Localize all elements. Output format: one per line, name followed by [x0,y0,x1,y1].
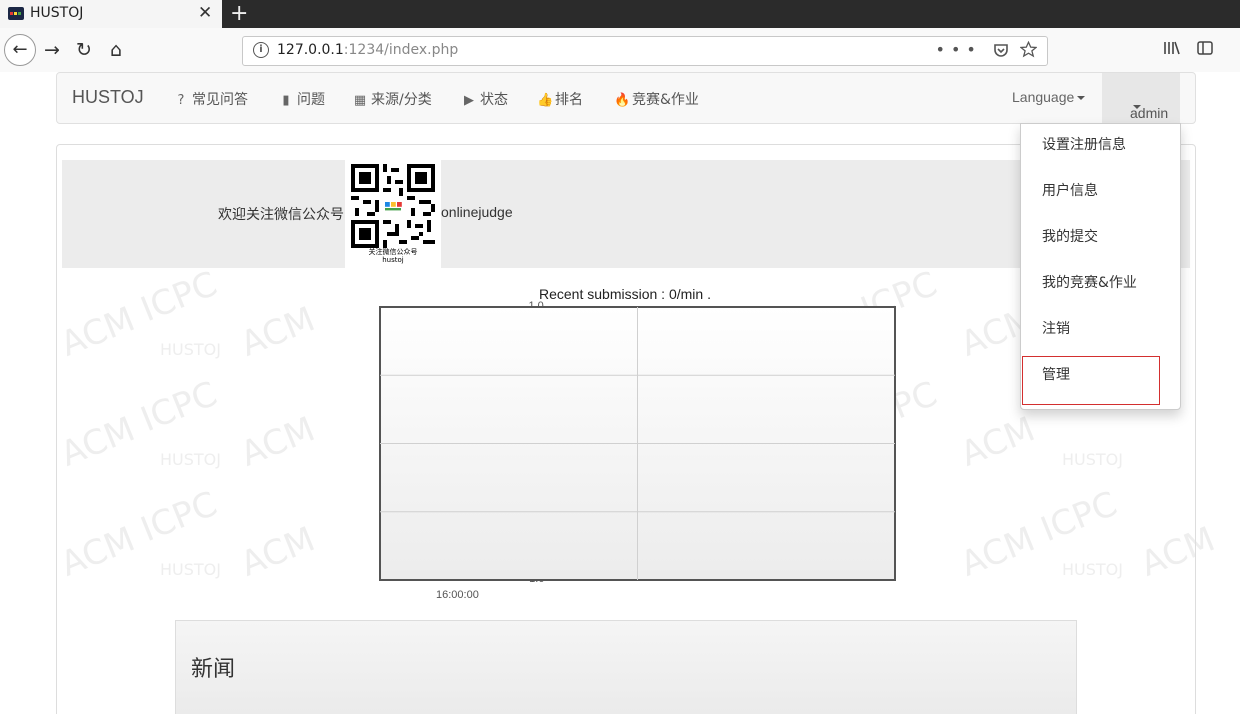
dropdown-item[interactable]: 我的竞赛&作业 [1042,272,1137,292]
page-actions-menu-icon[interactable]: ••• [936,40,982,59]
forward-arrow-icon[interactable]: → [40,38,64,62]
dropdown-item[interactable]: 我的提交 [1042,226,1098,246]
home-icon[interactable]: ⌂ [104,38,128,62]
reload-icon[interactable]: ↻ [72,38,96,62]
close-tab-icon[interactable]: ✕ [198,3,212,23]
new-tab-icon[interactable]: + [230,1,248,26]
page-content: ACM ICPC ACM ACM ICPC ACM ACM ICPC ACM A… [0,72,1240,714]
browser-tab-bar: HUSTOJ ✕ + [0,0,1240,28]
highlighted-menu-item-box [1022,356,1160,405]
tab-title: HUSTOJ [30,5,84,21]
x-tick-label: 16:00:00 [436,589,479,601]
sidebar-icon[interactable] [1197,40,1213,56]
browser-tab[interactable]: HUSTOJ ✕ [0,0,222,28]
site-favicon-icon [8,7,24,20]
user-dropdown-menu: 设置注册信息 用户信息 我的提交 我的竞赛&作业 注销 管理 [1020,123,1181,410]
news-panel: 新闻 [175,620,1077,714]
url-text[interactable]: 127.0.0.1:1234/index.php [277,42,458,58]
news-heading: 新闻 [191,657,236,682]
library-icon[interactable] [1163,40,1181,56]
site-info-icon[interactable]: i [253,42,269,58]
page-actions[interactable]: ••• [936,40,1038,59]
dropdown-item[interactable]: 设置注册信息 [1042,134,1126,154]
dropdown-item[interactable]: 用户信息 [1042,180,1098,200]
url-bar[interactable]: i 127.0.0.1:1234/index.php ••• [242,36,1048,66]
pocket-icon[interactable] [993,42,1009,58]
dropdown-item[interactable]: 注销 [1042,318,1070,338]
bookmark-star-icon[interactable] [1019,40,1038,58]
back-arrow-icon[interactable]: ← [4,34,36,66]
